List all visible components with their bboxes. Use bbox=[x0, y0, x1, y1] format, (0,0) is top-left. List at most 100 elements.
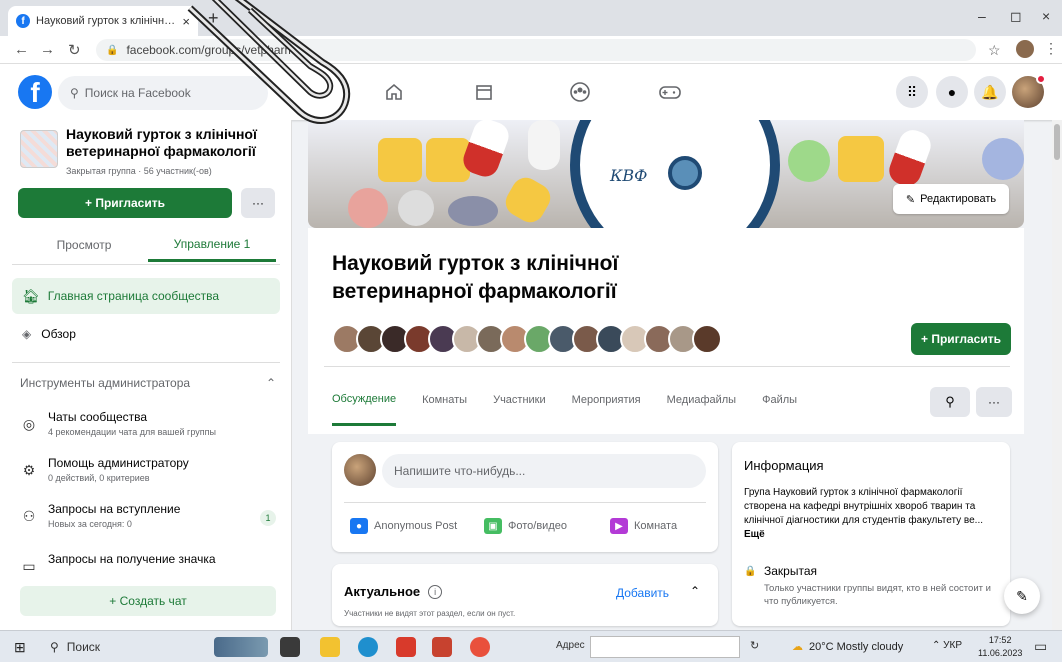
divider bbox=[12, 264, 280, 265]
sidebar-item-overview[interactable]: ◈ Обзор bbox=[12, 320, 280, 348]
weather-widget[interactable]: ☁ 20°C Mostly cloudy bbox=[792, 640, 903, 654]
gaming-icon[interactable] bbox=[656, 78, 684, 106]
sidebar-invite-button[interactable]: + Пригласить bbox=[18, 188, 232, 218]
system-clock[interactable]: 17:52 11.06.2023 bbox=[978, 634, 1022, 660]
facebook-header: f ⚲ Поиск на Facebook ⠿ ● 🔔 bbox=[0, 64, 1062, 120]
facebook-search-input[interactable]: ⚲ Поиск на Facebook bbox=[58, 76, 268, 110]
member-avatars[interactable] bbox=[332, 324, 722, 354]
notifications-bell-icon[interactable]: 🔔 bbox=[974, 76, 1006, 108]
windows-start-icon[interactable]: ⊞ bbox=[14, 639, 26, 656]
divider bbox=[324, 366, 1010, 367]
group-thumbnail[interactable] bbox=[20, 130, 58, 168]
home-icon[interactable] bbox=[380, 78, 408, 106]
new-tab-button[interactable]: + bbox=[208, 8, 219, 29]
language-indicator[interactable]: ⌃ УКР bbox=[932, 640, 962, 651]
powerpoint-icon[interactable] bbox=[432, 637, 452, 657]
tab-events[interactable]: Мероприятия bbox=[572, 374, 641, 426]
avatar[interactable] bbox=[344, 454, 376, 486]
notification-center-icon[interactable]: ▭ bbox=[1034, 638, 1047, 655]
admin-tools-header[interactable]: Инструменты администратора ⌃ bbox=[20, 376, 276, 390]
group-more-button[interactable]: ··· bbox=[976, 387, 1012, 417]
window-close-button[interactable]: × bbox=[1042, 8, 1050, 24]
pill-decoration bbox=[378, 138, 422, 182]
menu-grid-icon[interactable]: ⠿ bbox=[896, 76, 928, 108]
chrome-icon[interactable] bbox=[470, 637, 490, 657]
pill-decoration bbox=[500, 172, 556, 228]
tab-close-icon[interactable]: × bbox=[182, 14, 190, 29]
file-explorer-icon[interactable] bbox=[320, 637, 340, 657]
messenger-icon[interactable]: ● bbox=[936, 76, 968, 108]
featured-add-link[interactable]: Добавить bbox=[616, 586, 669, 600]
groups-icon[interactable] bbox=[566, 78, 594, 106]
browser-tab[interactable]: f Науковий гурток з клінічної ве × bbox=[8, 6, 198, 36]
forward-icon[interactable]: → bbox=[40, 41, 55, 58]
clock-date: 11.06.2023 bbox=[978, 648, 1023, 658]
privacy-description: Только участники группы видят, кто в ней… bbox=[764, 583, 991, 607]
anonymous-post-button[interactable]: ● Anonymous Post bbox=[350, 514, 457, 538]
bookmark-star-icon[interactable]: ☆ bbox=[988, 42, 1001, 59]
sidebar-item-sublabel: 4 рекомендации чата для вашей группы bbox=[48, 427, 216, 437]
reload-icon[interactable]: ↻ bbox=[68, 41, 81, 59]
pill-decoration bbox=[788, 140, 830, 182]
kvf-logo: КВФ bbox=[570, 120, 780, 228]
taskbar-search[interactable]: ⚲ Поиск bbox=[50, 635, 200, 659]
tab-manage[interactable]: Управление 1 bbox=[148, 228, 276, 262]
maximize-button[interactable]: ◻ bbox=[1010, 8, 1022, 25]
language-label: УКР bbox=[943, 640, 963, 651]
tab-files[interactable]: Файлы bbox=[762, 374, 797, 426]
sidebar-item-join-requests[interactable]: ⚇ Запросы на вступление Новых за сегодня… bbox=[20, 502, 276, 538]
post-input[interactable]: Напишите что-нибудь... bbox=[382, 454, 706, 488]
tab-media[interactable]: Медиафайлы bbox=[667, 374, 736, 426]
search-placeholder: Поиск на Facebook bbox=[84, 86, 191, 100]
back-icon[interactable]: ← bbox=[14, 41, 29, 58]
invite-button[interactable]: + Пригласить bbox=[911, 323, 1011, 355]
photo-video-button[interactable]: ▣ Фото/видео bbox=[484, 514, 567, 538]
sidebar-group-name[interactable]: Науковий гурток з клінічної ветеринарної… bbox=[66, 126, 276, 160]
facebook-logo[interactable]: f bbox=[18, 75, 52, 109]
edit-cover-button[interactable]: ✎ Редактировать bbox=[893, 184, 1009, 214]
sidebar-item-badge-requests[interactable]: ▭ Запросы на получение значка bbox=[20, 552, 276, 574]
taskbar-address-input[interactable] bbox=[590, 636, 740, 658]
info-icon[interactable]: i bbox=[428, 584, 443, 599]
scrollbar-thumb[interactable] bbox=[1054, 124, 1060, 160]
group-admin-sidebar: Науковий гурток з клінічної ветеринарної… bbox=[0, 120, 292, 630]
group-search-button[interactable]: ⚲ bbox=[930, 387, 970, 417]
room-button[interactable]: ▶ Комната bbox=[610, 514, 677, 538]
avatar[interactable] bbox=[692, 324, 722, 354]
pill-decoration bbox=[528, 120, 560, 170]
refresh-icon[interactable]: ↻ bbox=[750, 639, 759, 652]
about-text: Група Науковий гурток з клінічної фармак… bbox=[744, 486, 998, 542]
scrollbar[interactable] bbox=[1052, 120, 1062, 630]
marketplace-icon[interactable] bbox=[470, 78, 498, 106]
tab-view[interactable]: Просмотр bbox=[20, 228, 148, 262]
edge-icon[interactable] bbox=[358, 637, 378, 657]
office-icon[interactable] bbox=[396, 637, 416, 657]
lock-icon: 🔒 bbox=[744, 566, 757, 577]
chevron-up-icon[interactable]: ⌃ bbox=[690, 584, 700, 598]
tab-discussion[interactable]: Обсуждение bbox=[332, 374, 397, 426]
browser-menu-icon[interactable]: ⋮ bbox=[1044, 40, 1058, 57]
tab-members[interactable]: Участники bbox=[493, 374, 546, 426]
task-view-icon[interactable] bbox=[280, 637, 300, 657]
cloud-sun-icon: ☁ bbox=[792, 641, 803, 653]
url-field[interactable]: 🔒 facebook.com/groups/vetpharm bbox=[96, 39, 976, 61]
tab-rooms[interactable]: Комнаты bbox=[422, 374, 467, 426]
see-more-link[interactable]: Ещё bbox=[744, 529, 765, 540]
sidebar-item-community-chats[interactable]: ◎ Чаты сообщества 4 рекомендации чата дл… bbox=[20, 410, 276, 446]
new-message-icon[interactable]: ✎ bbox=[1004, 578, 1040, 614]
sidebar-item-sublabel: 0 действий, 0 критериев bbox=[48, 473, 150, 483]
pill-decoration bbox=[982, 138, 1024, 180]
group-privacy-meta: Закрытая группа · 56 участник(-ов) bbox=[66, 166, 212, 176]
search-highlight-image[interactable] bbox=[214, 637, 268, 657]
about-card: Информация Група Науковий гурток з кліні… bbox=[732, 442, 1010, 626]
sidebar-item-admin-assist[interactable]: ⚙ Помощь администратору 0 действий, 0 кр… bbox=[20, 456, 276, 492]
create-chat-button[interactable]: + Создать чат bbox=[20, 586, 276, 616]
account-avatar[interactable] bbox=[1012, 74, 1046, 108]
divider bbox=[344, 502, 706, 503]
action-label: Комната bbox=[634, 520, 678, 532]
sidebar-more-button[interactable]: ··· bbox=[241, 188, 275, 218]
minimize-button[interactable]: – bbox=[978, 8, 986, 24]
sidebar-item-community-home[interactable]: 🏠︎ Главная страница сообщества bbox=[12, 278, 280, 314]
badge-icon: ▭ bbox=[22, 558, 36, 574]
browser-profile-avatar[interactable] bbox=[1016, 40, 1034, 58]
